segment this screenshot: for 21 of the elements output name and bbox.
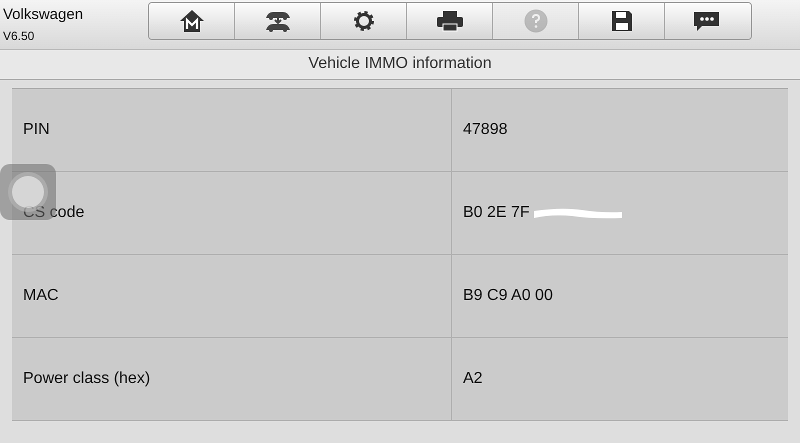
settings-button[interactable]	[321, 3, 407, 40]
vehicles-button[interactable]	[235, 3, 321, 40]
version-label: V6.50	[3, 28, 36, 43]
save-button[interactable]	[579, 3, 665, 40]
table-cell: CS code	[12, 172, 452, 255]
page-title: Vehicle IMMO information	[308, 55, 492, 74]
brand-name: Volkswagen	[3, 6, 84, 23]
cell-value: A2	[463, 370, 483, 388]
help-icon	[524, 9, 548, 34]
cell-value: 47898	[463, 121, 508, 139]
home-button[interactable]	[149, 3, 235, 40]
gear-icon	[352, 9, 376, 34]
table-cell: PIN	[12, 89, 452, 172]
cell-value: B0 2E 7F	[463, 204, 530, 222]
messages-button[interactable]	[665, 3, 751, 40]
print-button[interactable]	[407, 3, 493, 40]
table-cell: MAC	[12, 255, 452, 338]
printer-icon	[436, 10, 464, 32]
house-icon	[178, 9, 204, 34]
cell-value: B9 C9 A0 00	[463, 287, 553, 305]
table-cell: Power class (hex)	[12, 338, 452, 421]
